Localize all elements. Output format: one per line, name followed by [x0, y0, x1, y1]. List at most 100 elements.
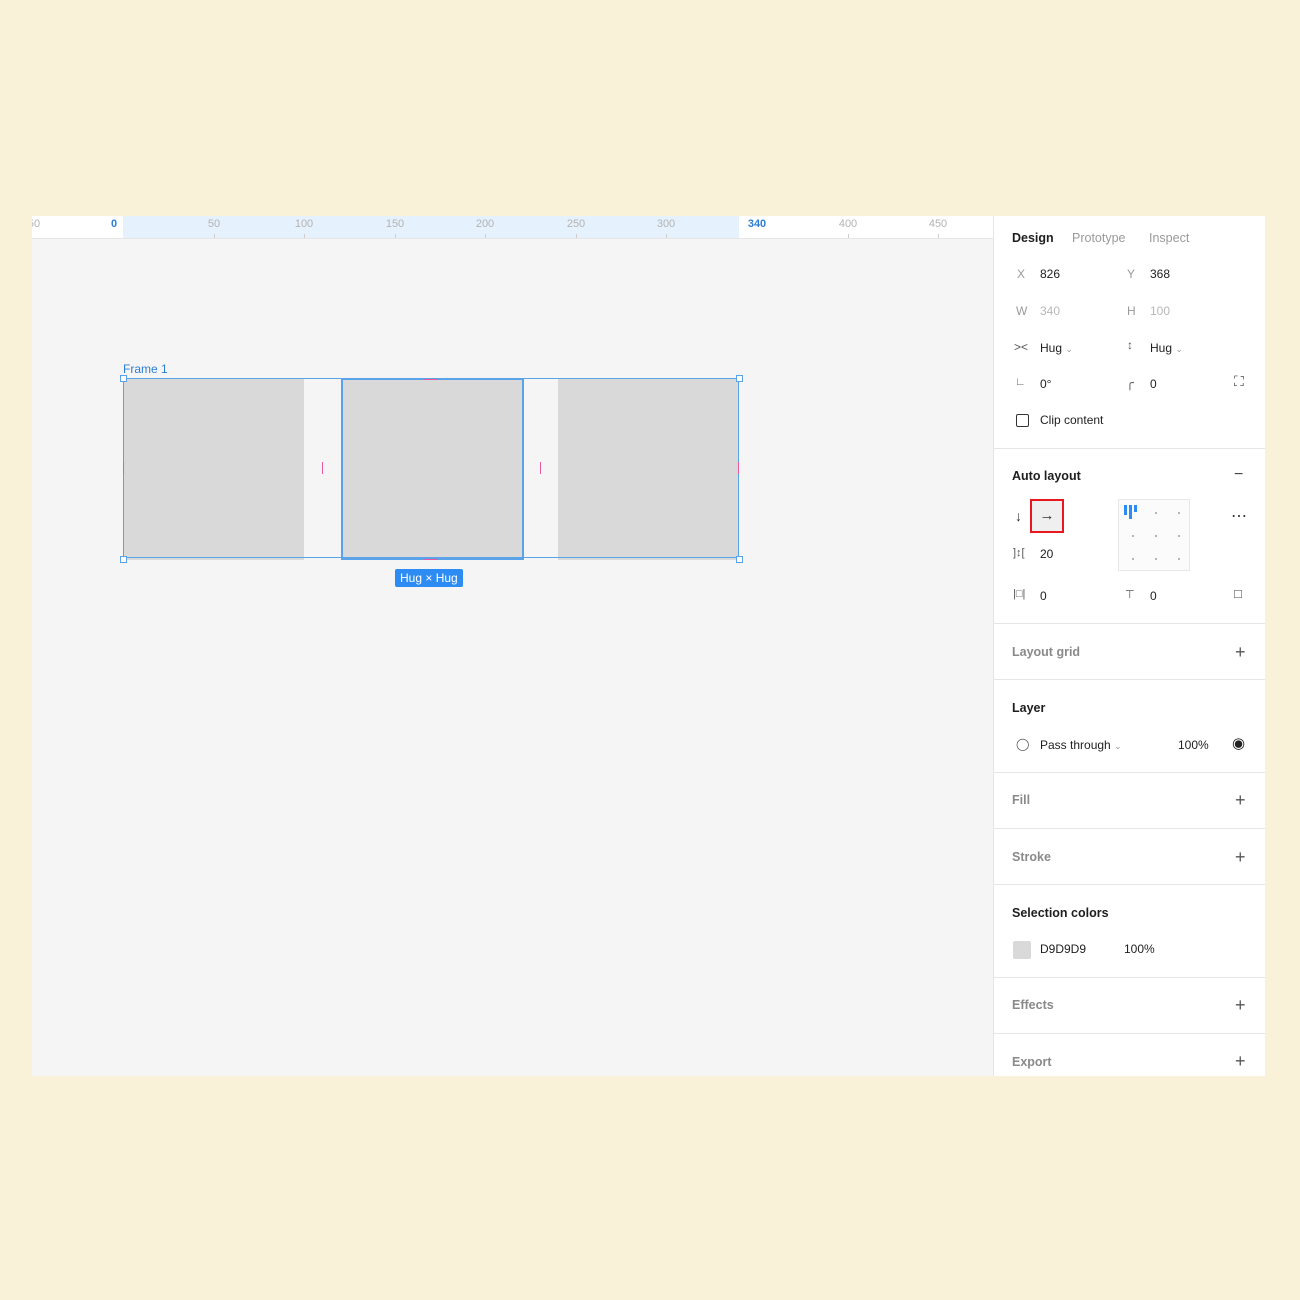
resize-handle-top-right[interactable]: [736, 375, 743, 382]
selection-color-opacity[interactable]: 100%: [1124, 942, 1155, 956]
stroke-title: Stroke: [1012, 850, 1051, 864]
horizontal-resizing-value: Hug: [1040, 341, 1063, 355]
spacing-input[interactable]: 20: [1040, 547, 1053, 561]
alignment-dot[interactable]: [1178, 535, 1180, 537]
alignment-dot[interactable]: [1178, 558, 1180, 560]
ruler-tick-label: 50: [32, 218, 41, 230]
spacing-icon: ]↕[: [1013, 547, 1025, 559]
color-swatch[interactable]: [1013, 941, 1031, 959]
tab-inspect[interactable]: Inspect: [1149, 231, 1189, 245]
remove-auto-layout-button[interactable]: −: [1234, 466, 1243, 484]
ruler-tick-label: 200: [475, 218, 495, 230]
padding-indicator-right[interactable]: [738, 462, 739, 474]
vertical-padding-icon: ⊤: [1125, 589, 1135, 601]
horizontal-padding-input[interactable]: 0: [1040, 589, 1047, 603]
resize-handle-bottom-left[interactable]: [120, 556, 127, 563]
ruler-tick: [938, 234, 939, 238]
blend-mode-value: Pass through: [1040, 738, 1111, 752]
vertical-resizing-select[interactable]: Hug ⌄: [1150, 341, 1183, 355]
w-input[interactable]: 340: [1040, 304, 1060, 318]
horizontal-resizing-select[interactable]: Hug ⌄: [1040, 341, 1073, 355]
independent-padding-icon[interactable]: □: [1234, 586, 1242, 601]
ruler-tick: [576, 234, 577, 238]
selection-colors-title: Selection colors: [1012, 906, 1109, 920]
chevron-down-icon: ⌄: [1065, 344, 1073, 354]
vertical-padding-input[interactable]: 0: [1150, 589, 1157, 603]
blend-mode-icon: ◯: [1016, 737, 1030, 751]
ruler-tick-label: 150: [385, 218, 405, 230]
alignment-dot[interactable]: [1155, 558, 1157, 560]
corner-radius-input[interactable]: 0: [1150, 377, 1157, 391]
selection-color-hex[interactable]: D9D9D9: [1040, 942, 1086, 956]
rotation-input[interactable]: 0°: [1040, 377, 1051, 391]
y-label: Y: [1127, 267, 1136, 281]
clip-content-label: Clip content: [1040, 413, 1104, 427]
blend-mode-select[interactable]: Pass through ⌄: [1040, 738, 1122, 752]
alignment-dot[interactable]: [1155, 512, 1157, 514]
horizontal-direction-button[interactable]: →: [1030, 499, 1064, 533]
fill-title: Fill: [1012, 793, 1031, 807]
vertical-direction-button[interactable]: ↓: [1015, 508, 1022, 524]
ruler-tick: [666, 234, 667, 238]
alignment-bar: [1134, 505, 1137, 512]
divider: [994, 828, 1265, 829]
horizontal-resize-icon: ><: [1014, 340, 1029, 354]
frame-label[interactable]: Frame 1: [123, 362, 168, 376]
divider: [994, 884, 1265, 885]
add-layout-grid-button[interactable]: +: [1235, 643, 1246, 661]
canvas[interactable]: Frame 1 Hug × Hug: [32, 239, 993, 1076]
horizontal-padding-icon: |□|: [1013, 588, 1026, 600]
ruler-tick: [304, 234, 305, 238]
divider: [994, 977, 1265, 978]
x-input[interactable]: 826: [1040, 267, 1060, 281]
add-fill-button[interactable]: +: [1235, 791, 1246, 809]
padding-indicator-left[interactable]: [123, 462, 124, 474]
divider: [994, 1033, 1265, 1034]
divider: [994, 679, 1265, 680]
tab-design[interactable]: Design: [1012, 231, 1054, 245]
clip-content-checkbox[interactable]: [1016, 414, 1029, 427]
resize-handle-bottom-right[interactable]: [736, 556, 743, 563]
padding-indicator-top[interactable]: [424, 379, 438, 380]
alignment-dot[interactable]: [1132, 535, 1134, 537]
add-effect-button[interactable]: +: [1235, 996, 1246, 1014]
alignment-dot[interactable]: [1178, 512, 1180, 514]
spacing-indicator[interactable]: [322, 462, 323, 474]
alignment-dot[interactable]: [1132, 558, 1134, 560]
add-export-button[interactable]: +: [1235, 1052, 1246, 1070]
size-badge: Hug × Hug: [395, 569, 463, 587]
spacing-indicator[interactable]: [540, 462, 541, 474]
ruler-tick: [395, 234, 396, 238]
layout-grid-title: Layout grid: [1012, 645, 1081, 659]
chevron-down-icon: ⌄: [1175, 344, 1183, 354]
eye-icon[interactable]: ◉: [1232, 734, 1245, 752]
layer-opacity-input[interactable]: 100%: [1178, 738, 1209, 752]
alignment-grid[interactable]: [1118, 499, 1190, 571]
resize-handle-top-left[interactable]: [120, 375, 127, 382]
vertical-resizing-value: Hug: [1150, 341, 1173, 355]
h-input[interactable]: 100: [1150, 304, 1170, 318]
independent-corners-icon[interactable]: ⛶: [1234, 373, 1244, 390]
y-input[interactable]: 368: [1150, 267, 1170, 281]
divider: [994, 623, 1265, 624]
frame-selection-outline[interactable]: [123, 378, 739, 558]
layer-title: Layer: [1012, 701, 1046, 715]
ruler-tick-label: 100: [294, 218, 314, 230]
tab-prototype[interactable]: Prototype: [1072, 231, 1126, 245]
more-options-icon[interactable]: ⋯: [1231, 506, 1248, 526]
vertical-resize-icon: ↕: [1127, 338, 1133, 352]
ruler-tick-label: 400: [838, 218, 858, 230]
add-stroke-button[interactable]: +: [1235, 848, 1246, 866]
alignment-dot[interactable]: [1155, 535, 1157, 537]
auto-layout-title: Auto layout: [1012, 469, 1081, 483]
padding-indicator-bottom[interactable]: [424, 559, 438, 560]
ruler-tick-label: 250: [566, 218, 586, 230]
alignment-bar: [1129, 505, 1132, 519]
divider: [994, 448, 1265, 449]
divider: [994, 772, 1265, 773]
x-label: X: [1017, 267, 1026, 281]
ruler-tick: [485, 234, 486, 238]
ruler-tick-label: 340: [747, 218, 767, 230]
ruler-tick-label: 0: [110, 218, 118, 230]
w-label: W: [1016, 304, 1028, 318]
